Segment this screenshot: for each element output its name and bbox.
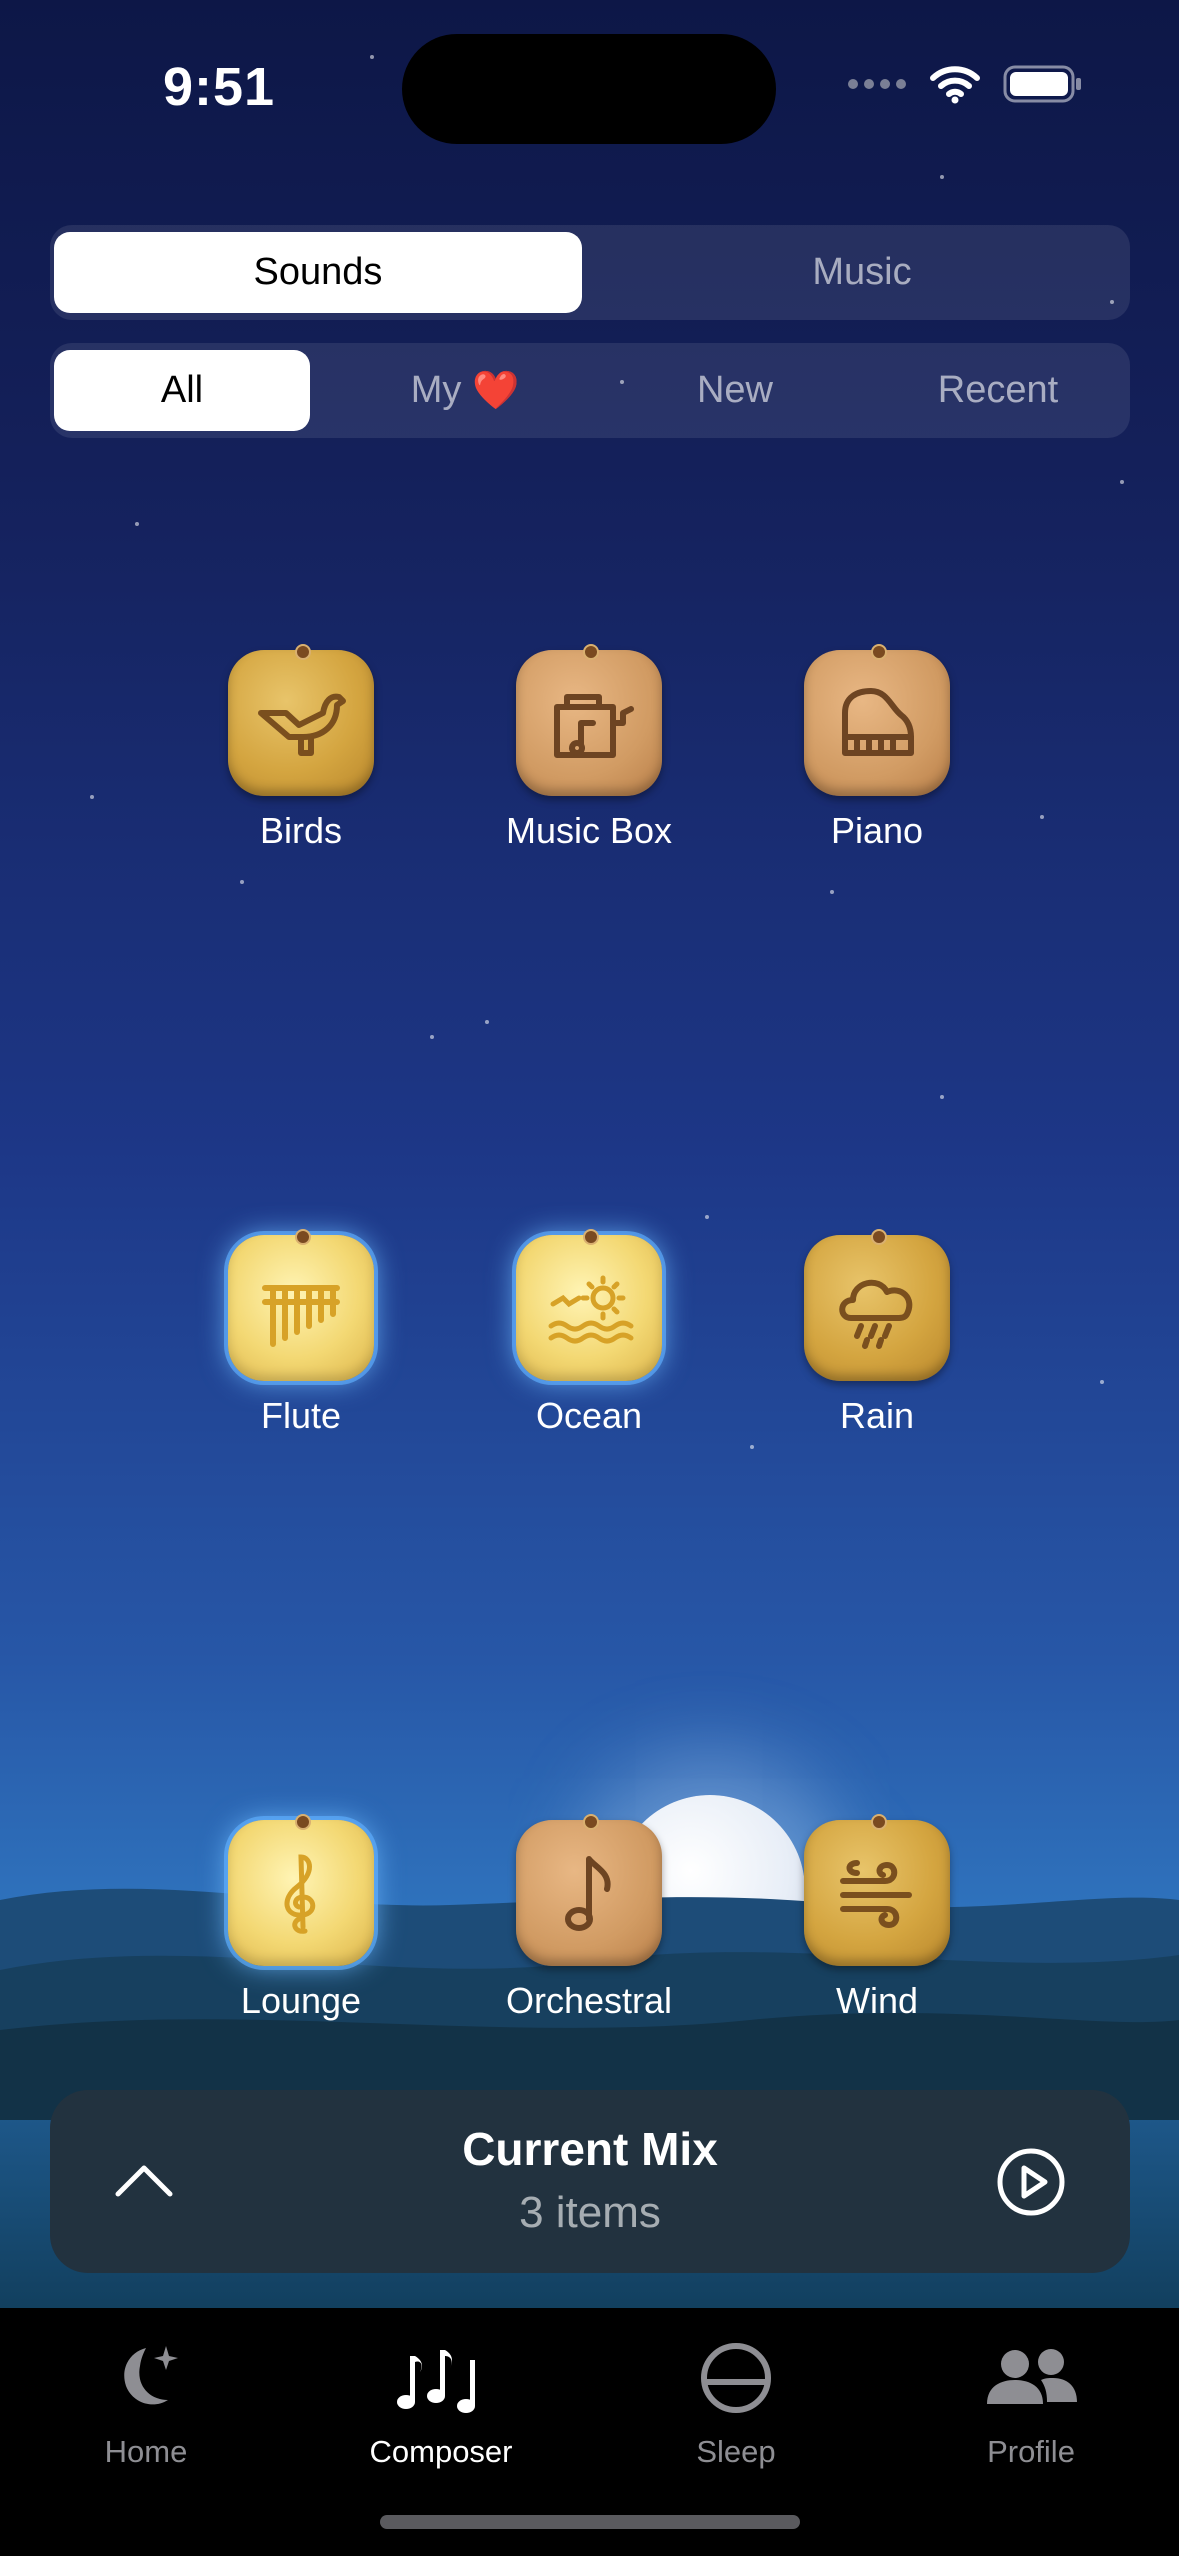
filter-my-label: My bbox=[410, 369, 462, 411]
sound-icon-frame bbox=[516, 1229, 662, 1381]
sound-icon-frame bbox=[516, 1814, 662, 1966]
sound-tile-music-box[interactable]: Music Box bbox=[469, 644, 709, 852]
filter-all[interactable]: All bbox=[54, 350, 310, 431]
sound-label: Ocean bbox=[535, 1395, 643, 1436]
tab-profile-label: Profile bbox=[987, 2434, 1075, 2469]
current-mix-panel[interactable]: Current Mix 3 items bbox=[50, 2090, 1130, 2273]
flute-icon bbox=[262, 1285, 340, 1347]
battery-icon bbox=[1003, 65, 1081, 103]
sound-icon-frame bbox=[804, 1229, 950, 1381]
filter-new[interactable]: New bbox=[610, 350, 860, 431]
sound-tile-birds[interactable]: Birds bbox=[181, 644, 421, 852]
sound-label: Flute bbox=[260, 1395, 342, 1436]
moon-stars-icon bbox=[124, 2346, 178, 2405]
sound-tile-rain[interactable]: Rain bbox=[757, 1229, 997, 1437]
sound-icon-frame bbox=[228, 1229, 374, 1381]
tab-composer[interactable]: Composer bbox=[316, 2328, 566, 2470]
current-mix-count: 3 items bbox=[519, 2188, 661, 2237]
tab-sleep[interactable]: Sleep bbox=[611, 2328, 861, 2470]
sound-tile-wind[interactable]: Wind bbox=[757, 1814, 997, 2022]
sound-label: Orchestral bbox=[505, 1980, 673, 2021]
treble-clef-icon bbox=[284, 1854, 316, 1934]
sound-tile-lounge[interactable]: Lounge bbox=[181, 1814, 421, 2022]
heart-icon: ❤️ bbox=[471, 369, 520, 412]
piano-icon bbox=[842, 688, 914, 756]
tab-profile[interactable]: Profile bbox=[906, 2328, 1156, 2470]
sound-tile-piano[interactable]: Piano bbox=[757, 644, 997, 852]
sounds-music-segmented-control: Sounds Music bbox=[50, 225, 1130, 320]
segment-sounds[interactable]: Sounds bbox=[54, 232, 582, 313]
sound-icon-frame bbox=[228, 1814, 374, 1966]
cellular-signal-icon bbox=[848, 79, 906, 89]
music-box-icon bbox=[554, 694, 634, 758]
sound-label: Rain bbox=[839, 1395, 915, 1436]
status-icons bbox=[847, 64, 1083, 104]
filter-segmented-control: All My ❤️ New Recent bbox=[50, 343, 1130, 438]
sound-tile-orchestral[interactable]: Orchestral bbox=[469, 1814, 709, 2022]
ocean-icon bbox=[548, 1275, 634, 1344]
filter-recent[interactable]: Recent bbox=[870, 350, 1126, 431]
current-mix-title: Current Mix bbox=[462, 2123, 718, 2175]
sound-label: Lounge bbox=[240, 1980, 362, 2021]
sound-tile-ocean[interactable]: Ocean bbox=[469, 1229, 709, 1437]
sound-label: Birds bbox=[259, 810, 343, 851]
tab-home[interactable]: Home bbox=[21, 2328, 271, 2470]
sound-icon-frame bbox=[228, 644, 374, 796]
rain-icon bbox=[839, 1279, 913, 1349]
sound-tile-flute[interactable]: Flute bbox=[181, 1229, 421, 1437]
sound-label: Music Box bbox=[505, 810, 673, 851]
tab-composer-label: Composer bbox=[369, 2434, 513, 2469]
tab-home-label: Home bbox=[104, 2434, 188, 2469]
music-note-icon bbox=[565, 1856, 611, 1931]
sound-icon-frame bbox=[516, 644, 662, 796]
segment-music[interactable]: Music bbox=[598, 232, 1126, 313]
filter-my[interactable]: My ❤️ bbox=[340, 350, 590, 431]
play-button[interactable] bbox=[995, 2146, 1067, 2218]
sleep-icon bbox=[701, 2343, 771, 2413]
sound-icon-frame bbox=[804, 644, 950, 796]
bird-icon bbox=[258, 693, 346, 756]
people-icon bbox=[987, 2349, 1077, 2404]
sound-label: Wind bbox=[835, 1980, 919, 2021]
dynamic-island bbox=[402, 34, 776, 144]
sound-icon-frame bbox=[804, 1814, 950, 1966]
wifi-icon bbox=[930, 66, 980, 104]
sound-label: Piano bbox=[830, 810, 924, 851]
home-indicator bbox=[380, 2515, 800, 2529]
music-notes-icon bbox=[397, 2350, 475, 2413]
status-time: 9:51 bbox=[163, 57, 276, 117]
wind-icon bbox=[840, 1860, 912, 1929]
tab-sleep-label: Sleep bbox=[696, 2434, 776, 2469]
